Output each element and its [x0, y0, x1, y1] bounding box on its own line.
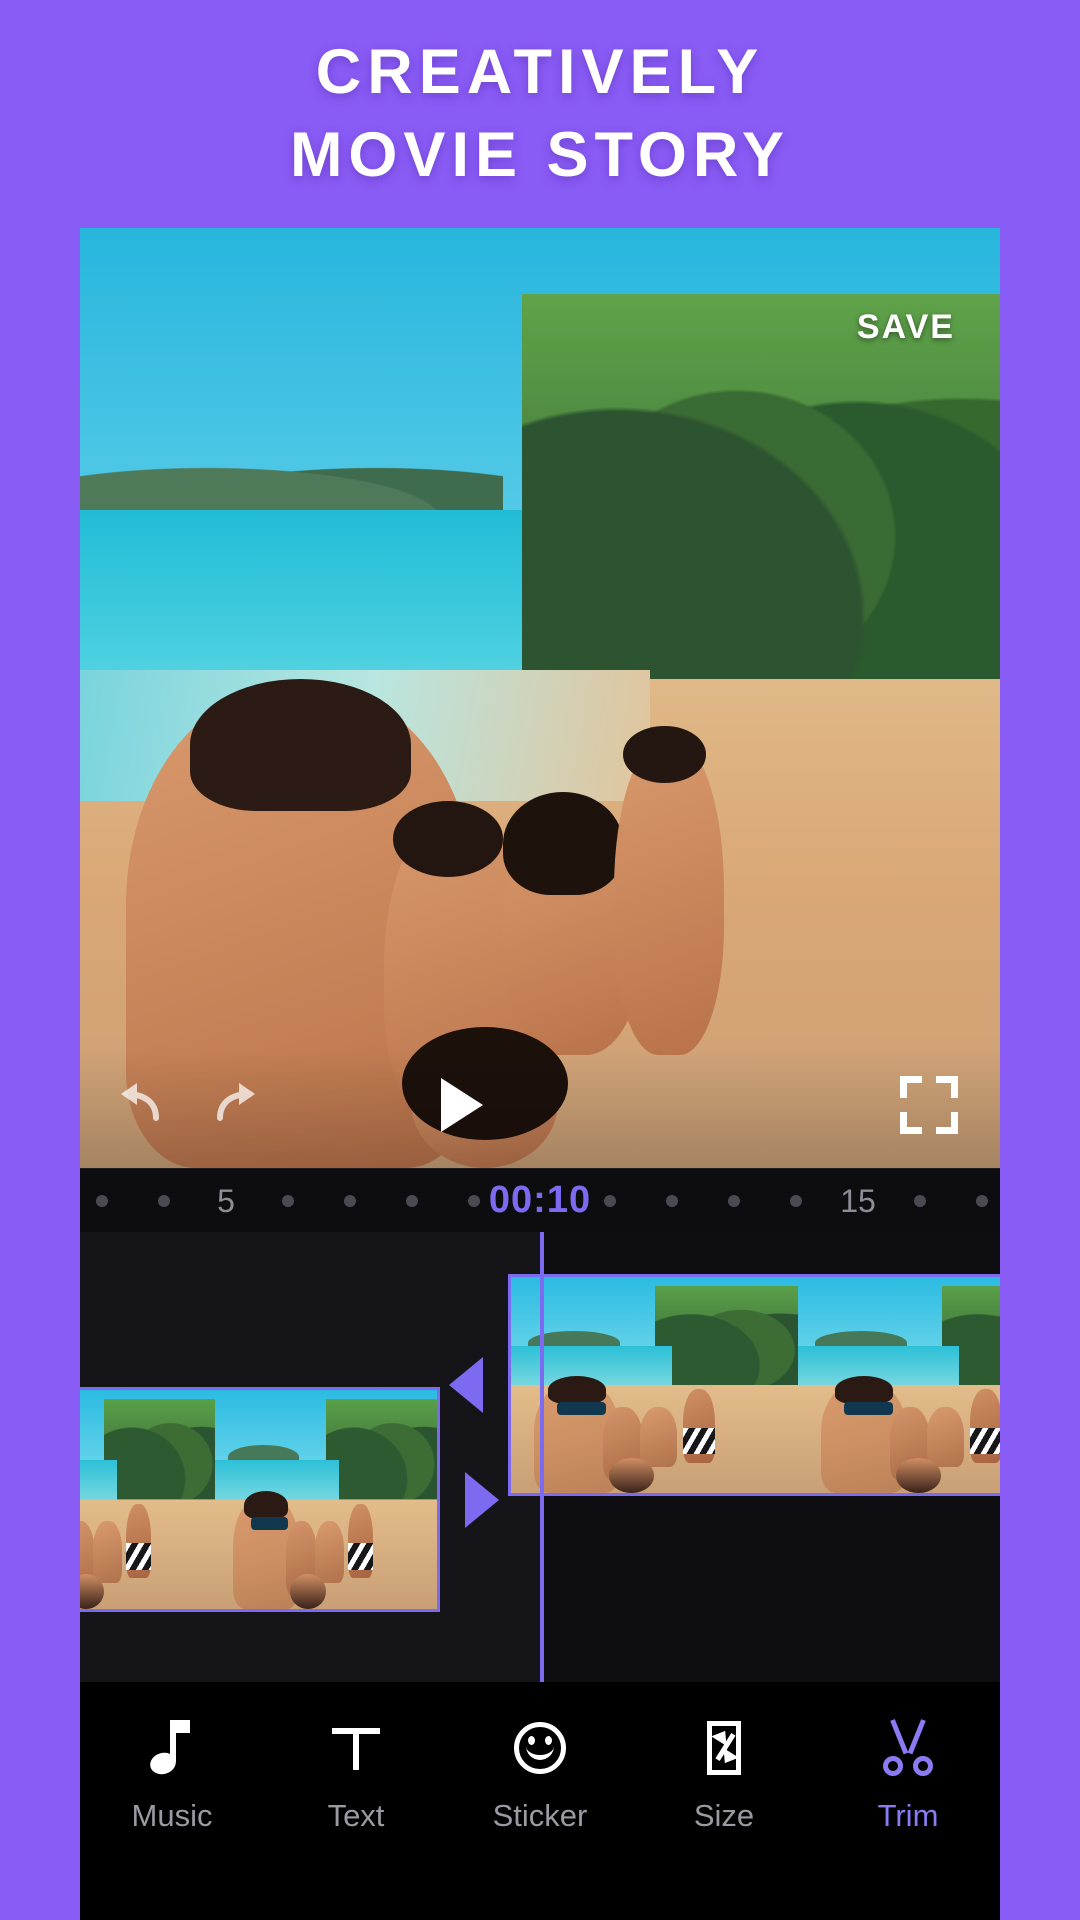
- ruler-tick-dot: [728, 1195, 740, 1207]
- resize-icon: [696, 1720, 752, 1776]
- headline-line-1: CREATIVELY: [315, 37, 765, 107]
- current-time-label: 00:10: [488, 1179, 592, 1221]
- ruler-tick-dot: [96, 1195, 108, 1207]
- tool-sticker[interactable]: Sticker: [465, 1720, 615, 1834]
- ruler-tick-dot: [344, 1195, 356, 1207]
- ruler-tick-dot: [282, 1195, 294, 1207]
- scissors-icon: [880, 1719, 936, 1776]
- tool-text-label: Text: [327, 1798, 385, 1833]
- tool-music[interactable]: Music: [97, 1720, 247, 1834]
- undo-icon[interactable]: [110, 1076, 168, 1134]
- headline-line-2: MOVIE STORY: [289, 120, 791, 190]
- preview-scene-image: [80, 228, 1000, 1168]
- bottom-toolbar: Music Text Sticker Size Trim: [80, 1682, 1000, 1920]
- promo-headline: CREATIVELY MOVIE STORY: [0, 0, 1080, 228]
- ruler-tick-dot: [468, 1195, 480, 1207]
- tool-size[interactable]: Size: [649, 1720, 799, 1834]
- ruler-tick-dot: [914, 1195, 926, 1207]
- ruler-tick-dot: [790, 1195, 802, 1207]
- player-controls: [80, 1048, 1000, 1168]
- tool-trim[interactable]: Trim: [833, 1719, 983, 1834]
- timeline-ruler[interactable]: 5 15 00:10: [80, 1168, 1000, 1232]
- ruler-tick-dot: [666, 1195, 678, 1207]
- ruler-tick-label: 15: [840, 1183, 876, 1219]
- tool-music-label: Music: [131, 1798, 213, 1833]
- music-note-icon: [144, 1720, 200, 1778]
- app-window: SAVE 5 15 00:10 Music Text Sticker Size …: [80, 228, 1000, 1920]
- playhead[interactable]: [540, 1232, 544, 1682]
- play-button[interactable]: [425, 1070, 495, 1140]
- ruler-tick-dot: [406, 1195, 418, 1207]
- save-button[interactable]: SAVE: [857, 308, 955, 347]
- clip-right-trim-handle[interactable]: [449, 1357, 483, 1413]
- tool-trim-label: Trim: [877, 1798, 939, 1833]
- smiley-icon: [512, 1720, 568, 1776]
- timeline-track[interactable]: [80, 1232, 1000, 1682]
- text-t-icon: [328, 1720, 384, 1776]
- tool-text[interactable]: Text: [281, 1720, 431, 1834]
- timeline-clip-right[interactable]: [449, 1274, 1000, 1496]
- timeline-clip-left[interactable]: [80, 1387, 499, 1612]
- ruler-tick-label: 5: [217, 1183, 235, 1219]
- ruler-tick-dot: [976, 1195, 988, 1207]
- ruler-tick-dot: [158, 1195, 170, 1207]
- video-preview[interactable]: SAVE: [80, 228, 1000, 1168]
- ruler-tick-dot: [604, 1195, 616, 1207]
- fullscreen-icon[interactable]: [900, 1076, 958, 1134]
- tool-size-label: Size: [693, 1798, 755, 1833]
- redo-icon[interactable]: [208, 1076, 266, 1134]
- clip-left-trim-handle[interactable]: [465, 1471, 499, 1528]
- tool-sticker-label: Sticker: [492, 1798, 588, 1833]
